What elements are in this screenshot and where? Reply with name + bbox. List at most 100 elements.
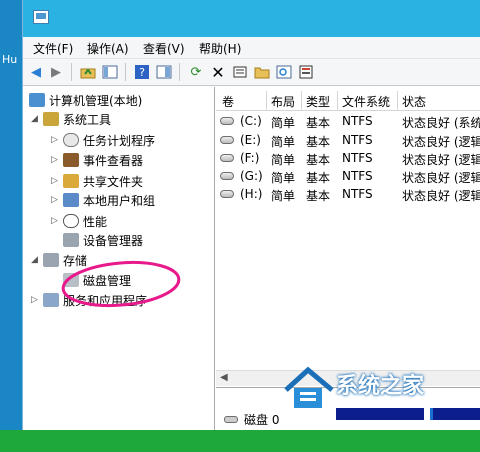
collapse-arrow-icon[interactable]: ▷ <box>51 155 63 165</box>
toolbar: ◀ ▶ ? ⟳ ✕ <box>23 59 480 86</box>
tree-item-event-viewer[interactable]: ▷ 事件查看器 <box>51 151 143 169</box>
expand-arrow-icon[interactable]: ◢ <box>31 114 43 124</box>
collapse-arrow-icon[interactable]: ▷ <box>51 176 63 186</box>
table-row[interactable]: (H:) 简单 基本 NTFS 状态良好 (逻辑 <box>216 185 480 203</box>
tree-item-local-users[interactable]: ▷ 本地用户和组 <box>51 191 155 209</box>
filesystem-cell: NTFS <box>342 187 373 201</box>
type-cell: 基本 <box>306 135 331 149</box>
computer-management-icon <box>29 93 45 107</box>
drive-icon <box>220 154 234 162</box>
delete-icon[interactable]: ✕ <box>209 63 227 82</box>
tree-item-device-manager[interactable]: 设备管理器 <box>63 231 143 249</box>
type-cell: 基本 <box>306 171 331 185</box>
filesystem-cell: NTFS <box>342 151 373 165</box>
layout-cell: 简单 <box>271 189 296 203</box>
navigation-tree: 计算机管理(本地) ◢ 系统工具 ▷ 任务计划程序 ▷ 事件查看器 ▷ 共享文件… <box>23 87 215 430</box>
type-cell: 基本 <box>306 153 331 167</box>
collapse-arrow-icon[interactable]: ▷ <box>31 295 43 305</box>
show-tree-icon[interactable] <box>101 63 119 81</box>
drive-icon <box>220 136 234 144</box>
status-cell: 状态良好 (逻辑 <box>402 153 480 167</box>
storage-icon <box>43 253 59 267</box>
column-volume[interactable]: 卷 <box>222 93 234 110</box>
folder-up-icon[interactable] <box>79 63 97 81</box>
tree-item-label: 计算机管理(本地) <box>49 93 143 108</box>
tree-item-label: 事件查看器 <box>83 153 144 168</box>
layout-cell: 简单 <box>271 116 296 130</box>
menu-help[interactable]: 帮助(H) <box>199 40 241 57</box>
toolbar-divider <box>179 63 180 81</box>
watermark-subtitle: XITONGZHIJIA.NET <box>338 398 429 408</box>
toolbar-divider <box>125 63 126 81</box>
event-viewer-icon <box>63 153 79 167</box>
desktop-text: Hu <box>2 53 18 66</box>
house-logo-icon <box>284 366 334 408</box>
forward-arrow-icon[interactable]: ▶ <box>47 63 65 81</box>
watermark: 系统之家 XITONGZHIJIA.NET <box>278 362 480 412</box>
status-cell: 状态良好 (逻辑 <box>402 171 480 185</box>
layout-cell: 简单 <box>271 171 296 185</box>
table-row[interactable]: (E:) 简单 基本 NTFS 状态良好 (逻辑 <box>216 131 480 149</box>
column-layout[interactable]: 布局 <box>271 93 295 110</box>
tree-item-label: 本地用户和组 <box>83 193 156 208</box>
filesystem-cell: NTFS <box>342 169 373 183</box>
menu-file[interactable]: 文件(F) <box>33 40 73 57</box>
tree-item-system-tools[interactable]: ◢ 系统工具 <box>31 110 111 128</box>
volume-cell: (H:) <box>240 187 263 201</box>
open-folder-icon[interactable] <box>253 63 271 81</box>
list-header: 卷 布局 类型 文件系统 状态 <box>216 91 480 111</box>
filesystem-cell: NTFS <box>342 114 373 128</box>
properties-sheet-icon[interactable] <box>231 63 249 81</box>
layout-cell: 简单 <box>271 135 296 149</box>
column-filesystem[interactable]: 文件系统 <box>342 93 390 110</box>
menu-view[interactable]: 查看(V) <box>143 40 185 57</box>
scroll-left-icon[interactable]: ◀ <box>220 372 228 383</box>
shared-folder-icon <box>63 174 79 188</box>
help-icon[interactable]: ? <box>133 63 151 81</box>
column-type[interactable]: 类型 <box>306 93 330 110</box>
drive-icon <box>220 172 234 180</box>
collapse-arrow-icon[interactable]: ▷ <box>51 195 63 205</box>
layout-cell: 简单 <box>271 153 296 167</box>
svg-text:?: ? <box>139 66 145 79</box>
search-icon[interactable] <box>275 63 293 81</box>
volume-cell: (F:) <box>240 151 260 165</box>
properties-icon[interactable] <box>155 63 173 81</box>
computer-management-icon <box>33 10 49 24</box>
device-manager-icon <box>63 233 79 247</box>
type-cell: 基本 <box>306 189 331 203</box>
tree-item-label: 共享文件夹 <box>83 174 144 189</box>
tree-item-label: 任务计划程序 <box>83 133 156 148</box>
watermark-title: 系统之家 <box>336 374 425 399</box>
volume-cell: (G:) <box>240 169 263 183</box>
column-divider <box>337 91 338 111</box>
back-arrow-icon[interactable]: ◀ <box>27 63 45 81</box>
table-row[interactable]: (G:) 简单 基本 NTFS 状态良好 (逻辑 <box>216 167 480 185</box>
table-row[interactable]: (F:) 简单 基本 NTFS 状态良好 (逻辑 <box>216 149 480 167</box>
disk-label-text: 磁盘 0 <box>244 413 280 427</box>
volume-cell: (E:) <box>240 133 261 147</box>
tree-item-label: 设备管理器 <box>83 233 144 248</box>
column-divider <box>266 91 267 111</box>
tree-item-root[interactable]: 计算机管理(本地) <box>29 91 142 109</box>
tree-item-performance[interactable]: ▷ 性能 <box>51 212 107 230</box>
tree-item-shared-folders[interactable]: ▷ 共享文件夹 <box>51 172 143 190</box>
collapse-arrow-icon[interactable]: ▷ <box>51 216 63 226</box>
title-bar[interactable] <box>23 0 480 37</box>
disk-0-label[interactable]: 磁盘 0 <box>224 411 279 428</box>
table-row[interactable]: (C:) 简单 基本 NTFS 状态良好 (系统 <box>216 112 480 130</box>
column-status[interactable]: 状态 <box>402 93 426 110</box>
filesystem-cell: NTFS <box>342 133 373 147</box>
collapse-arrow-icon[interactable]: ▷ <box>51 135 63 145</box>
status-cell: 状态良好 (系统 <box>402 116 480 130</box>
drive-icon <box>220 190 234 198</box>
export-list-icon[interactable] <box>297 63 315 81</box>
volume-cell: (C:) <box>240 114 262 128</box>
refresh-icon[interactable]: ⟳ <box>187 63 205 81</box>
expand-arrow-icon[interactable]: ◢ <box>31 255 43 265</box>
menu-action[interactable]: 操作(A) <box>87 40 129 57</box>
services-icon <box>43 293 59 307</box>
tree-item-task-scheduler[interactable]: ▷ 任务计划程序 <box>51 131 155 149</box>
tools-icon <box>43 112 59 126</box>
column-divider <box>301 91 302 111</box>
